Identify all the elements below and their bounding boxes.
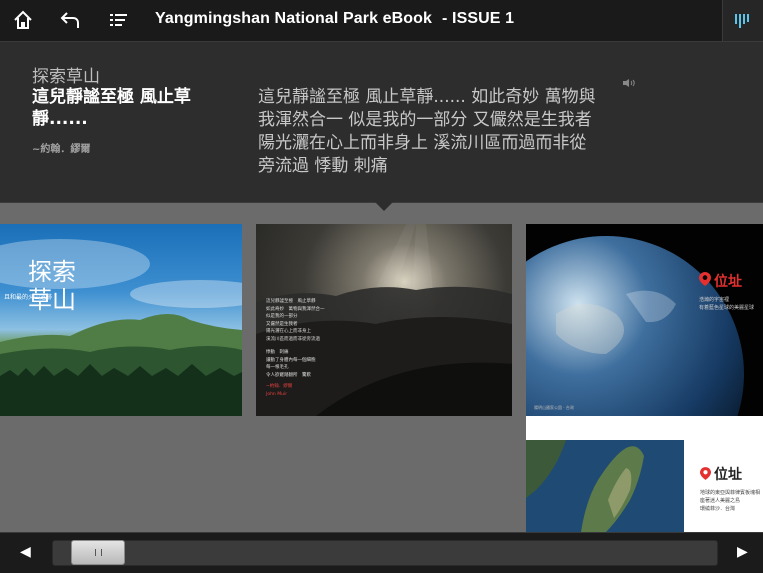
panel-pointer xyxy=(374,201,394,211)
bars-icon xyxy=(735,13,749,28)
panel-body-text: 這兒靜謐至極 風止草靜...... 如此奇妙 萬物與我渾然合一 似是我的一部分 … xyxy=(258,87,596,176)
page4-text: 地球的東亞與菲律賓板塊相 座著迷人美麗之島 環繞菲沙．台灣 xyxy=(700,490,761,512)
page4-heading: 位址 xyxy=(714,467,742,483)
page-thumbnail-1[interactable]: 探索草山 且和最的火山遺跡 xyxy=(0,224,242,416)
scrollbar-handle[interactable] xyxy=(71,540,125,565)
page3-heading: 位址 xyxy=(714,274,742,290)
next-page-button[interactable]: ▶ xyxy=(737,544,748,560)
location-pin-icon xyxy=(699,272,711,286)
home-icon[interactable] xyxy=(10,8,36,32)
page3-text: 浩瀚的宇宙裡 有着藍色星球的美麗星球 xyxy=(699,297,755,311)
cover-subtitle: 且和最的火山遺跡 xyxy=(4,294,53,301)
ebook-title: Yangmingshan National Park eBook - ISSUE … xyxy=(155,10,514,28)
speaker-icon[interactable] xyxy=(623,78,637,88)
page-gap-white xyxy=(526,416,763,440)
panel-author: ~約翰．繆爾 xyxy=(32,144,91,155)
page-thumbnail-2[interactable]: 這兒靜謐至極 風止草靜 如此奇妙 萬物與我渾然合一 似是我的一部分 又儼然是生我者陽… xyxy=(256,224,512,416)
ebook-name: Yangmingshan National Park eBook xyxy=(155,10,433,27)
location-pin-icon-2 xyxy=(700,467,711,480)
panel-toggle-button[interactable] xyxy=(722,0,763,41)
page3-caption: 陽明山國家公園 · 台灣 xyxy=(534,405,574,410)
issue-label: - ISSUE 1 xyxy=(442,10,515,27)
page2-text: 這兒靜謐至極 風止草靜 如此奇妙 萬物與我渾然合一 似是我的一部分 又儼然是生我者陽… xyxy=(266,299,325,397)
panel-quote: 這兒靜謐至極 風止草靜...... xyxy=(32,87,191,129)
list-icon[interactable] xyxy=(106,8,132,32)
panel-title: 探索草山 xyxy=(32,67,100,87)
grip-icon xyxy=(95,549,102,556)
top-bar: Yangmingshan National Park eBook - ISSUE … xyxy=(0,0,763,42)
page-scrollbar[interactable] xyxy=(52,540,718,566)
prev-page-button[interactable]: ◀ xyxy=(20,544,31,560)
cover-title: 探索草山 xyxy=(28,258,76,314)
page-thumbnail-4[interactable]: 位址 地球的東亞與菲律賓板塊相 座著迷人美麗之島 環繞菲沙．台灣 xyxy=(526,440,763,532)
back-arrow-icon[interactable] xyxy=(57,8,83,32)
page-thumbnail-3[interactable]: 位址 浩瀚的宇宙裡 有着藍色星球的美麗星球 陽明山國家公園 · 台灣 xyxy=(526,224,763,416)
